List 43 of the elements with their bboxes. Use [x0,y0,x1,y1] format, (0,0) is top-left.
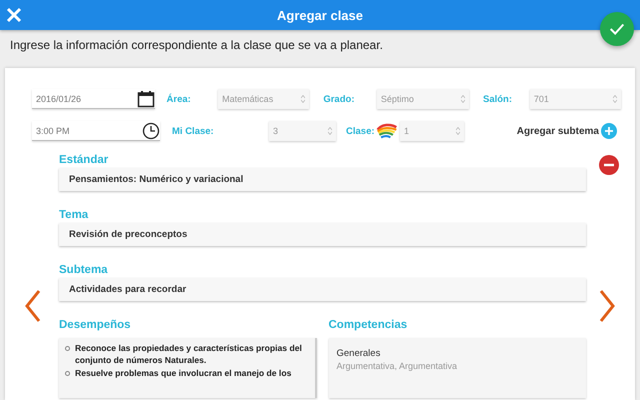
group-name: Generales [336,348,382,359]
window-title: Agregar clase [277,8,363,22]
spinner-icon [301,95,306,103]
bullet-icon [65,371,70,376]
next-button[interactable] [598,288,616,324]
dropdown[interactable]: 3 [269,121,336,141]
time-field[interactable]: 3:00 PM [32,121,160,141]
section-heading: Subtema [59,263,108,277]
section-value[interactable]: Revisión de preconceptos [59,223,586,246]
list-item-text: Resuelve problemas que involucran el manejo de los [75,367,292,379]
section-heading: Competencias [328,318,408,332]
section-value[interactable]: Pensamientos: Numérico y variacional [59,168,586,191]
section-value[interactable]: Actividades para recordar [59,278,586,301]
plus-icon [601,123,617,139]
spinner-icon [613,95,618,103]
section-heading: Desempeños [59,318,132,332]
clock-icon[interactable] [142,122,160,140]
spinner-icon [461,95,465,103]
field-label: Grado: [323,94,356,104]
section-heading: Estándar [59,153,108,167]
colorful-logo-icon [376,122,398,140]
list-item-text: Reconoce las propiedades y características propias del conjunto de números Naturales. [75,342,303,366]
field-label: Área: [166,94,192,104]
instructions-text: Ingrese la información correspondiente a la clase que se va a planear. [9,37,384,54]
dropdown[interactable]: 701 [530,89,622,109]
calendar-icon[interactable] [136,90,155,108]
field-label: Clase: [346,126,376,136]
section-heading: Tema [59,208,88,222]
dropdown[interactable]: Matemáticas [218,89,310,109]
field-label: Mi Clase: [172,126,215,136]
spinner-icon [328,127,332,135]
previous-button[interactable] [24,288,42,324]
confirm-button[interactable] [600,12,634,46]
dropdown[interactable]: Séptimo [376,89,469,109]
field-label: Salón: [483,94,514,104]
bullet-icon [65,346,70,351]
remove-icon[interactable] [599,155,619,175]
group-value: Argumentativa, Argumentativa [336,361,458,371]
date-field[interactable]: 2016/01/26 [32,89,155,109]
spinner-icon [456,127,460,135]
dropdown[interactable]: 1 [400,121,464,141]
add-subtopic-button[interactable]: Agregar subtema [516,123,617,139]
close-icon[interactable] [6,7,22,23]
